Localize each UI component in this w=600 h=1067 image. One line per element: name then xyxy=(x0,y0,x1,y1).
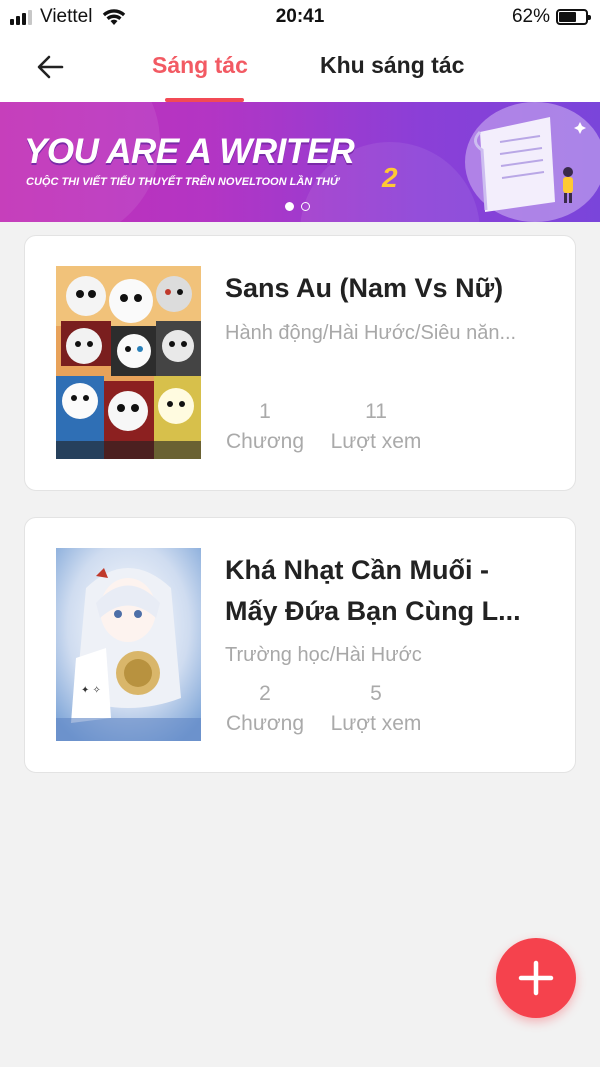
tab-sang-tac[interactable]: Sáng tác xyxy=(152,52,248,79)
status-bar: Viettel 20:41 62% xyxy=(0,0,600,34)
clock: 20:41 xyxy=(275,6,325,27)
work-title-line-1: Khá Nhạt Cần Muối - xyxy=(225,555,489,585)
chapter-label: Chương xyxy=(225,430,305,453)
writer-illustration xyxy=(465,102,600,222)
promo-banner[interactable]: YOU ARE A WRITER CUỘC THI VIẾT TIỂU THUY… xyxy=(0,102,600,222)
chapter-count: 2 xyxy=(259,682,271,705)
banner-number: 2 xyxy=(382,162,398,193)
chapter-stat: 2 Chương xyxy=(225,682,305,736)
views-count: 11 xyxy=(365,400,387,423)
work-title: Khá Nhạt Cần Muối - Mấy Đứa Bạn Cùng L..… xyxy=(225,550,555,632)
views-count: 5 xyxy=(370,682,382,705)
cover-image: ✦ ✧ xyxy=(56,548,201,741)
tab-khu-sang-tac[interactable]: Khu sáng tác xyxy=(320,52,464,79)
chapter-label: Chương xyxy=(225,712,305,735)
banner-subtitle: CUỘC THI VIẾT TIỂU THUYẾT TRÊN NOVELTOON… xyxy=(26,176,339,188)
work-genres: Hành động/Hài Hước/Siêu năn... xyxy=(225,322,517,344)
status-right: 62% xyxy=(511,6,591,28)
battery-percent: 62% xyxy=(511,6,550,27)
chapter-stat: 1 Chương xyxy=(225,400,305,454)
carousel-dots xyxy=(285,202,310,211)
svg-text:✦ ✧: ✦ ✧ xyxy=(81,685,101,696)
work-card[interactable]: ✦ ✧ Khá Nhạt Cần Muối - Mấy Đứa Bạn Cùng… xyxy=(24,517,576,773)
views-stat: 5 Lượt xem xyxy=(327,682,425,736)
plus-icon xyxy=(518,960,554,996)
cover-image xyxy=(56,266,201,459)
views-stat: 11 Lượt xem xyxy=(327,400,425,454)
arrow-left-icon[interactable] xyxy=(34,50,68,84)
carousel-dot-2[interactable] xyxy=(301,202,310,211)
work-genres: Trường học/Hài Hước xyxy=(225,644,422,666)
work-title-line-2: Mấy Đứa Bạn Cùng L... xyxy=(225,596,521,626)
views-label: Lượt xem xyxy=(330,430,422,453)
work-card[interactable]: Sans Au (Nam Vs Nữ) Hành động/Hài Hước/S… xyxy=(24,235,576,491)
work-title: Sans Au (Nam Vs Nữ) xyxy=(225,273,504,303)
chapter-count: 1 xyxy=(259,400,271,423)
create-work-button[interactable] xyxy=(496,938,576,1018)
carousel-dot-1[interactable] xyxy=(285,202,294,211)
battery-icon xyxy=(556,9,591,25)
banner-title: YOU ARE A WRITER xyxy=(24,132,355,171)
views-label: Lượt xem xyxy=(330,712,422,735)
top-nav: Sáng tác Khu sáng tác xyxy=(0,34,600,102)
